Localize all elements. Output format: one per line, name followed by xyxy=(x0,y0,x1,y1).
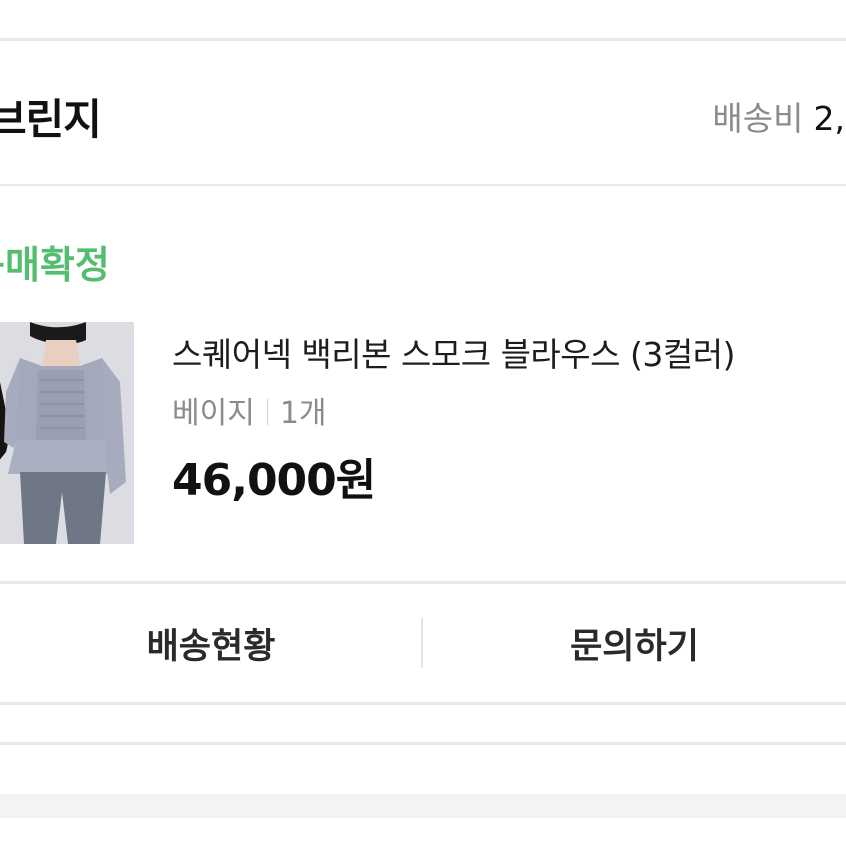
product-quantity: 1개 xyxy=(279,396,327,431)
product-option-color: 베이지 xyxy=(172,396,255,431)
shipping-fee-value: 2,5 xyxy=(813,99,846,138)
product-name[interactable]: 스퀘어넥 백리본 스모크 블라우스 (3컬러) xyxy=(172,328,735,376)
actions-bottom-divider xyxy=(0,702,846,705)
inquiry-button[interactable]: 문의하기 xyxy=(423,584,846,702)
option-separator xyxy=(266,399,268,425)
order-status: 구매확정 xyxy=(0,243,110,287)
store-name[interactable]: 브린지 xyxy=(0,86,102,147)
product-price: 46,000원 xyxy=(172,455,376,506)
shipping-fee-label: 배송비 xyxy=(712,99,804,138)
product-image xyxy=(0,322,134,544)
product-thumbnail[interactable] xyxy=(0,322,134,544)
top-divider xyxy=(0,38,846,41)
header-divider xyxy=(0,184,846,186)
store-name-label: 브린지 xyxy=(0,95,102,144)
product-option: 베이지 1개 xyxy=(172,388,327,432)
section-divider xyxy=(0,742,846,745)
shipping-fee: 배송비 2,5 xyxy=(712,92,846,140)
delivery-status-button[interactable]: 배송현황 xyxy=(0,584,422,702)
section-gap xyxy=(0,794,846,818)
